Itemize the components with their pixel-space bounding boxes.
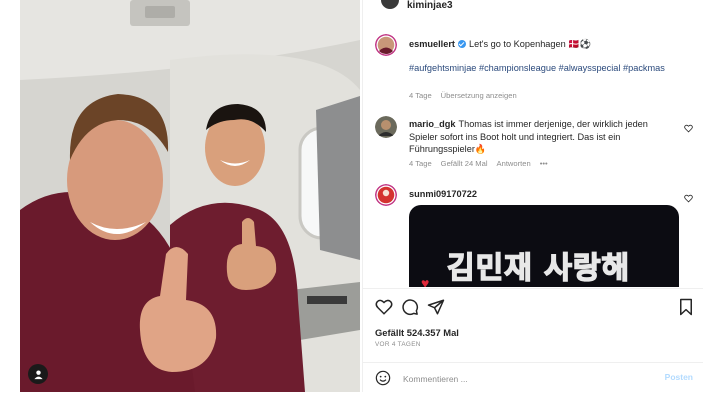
post-comment-button[interactable]: Posten [665,372,693,382]
share-icon[interactable] [427,298,445,316]
media-korean-text: 김민재 사랑해 [446,250,631,287]
emoji-icon[interactable] [375,370,391,386]
post-photo[interactable] [20,0,360,392]
comment-username[interactable]: sunmi09170722 [409,189,477,199]
heart-icon[interactable] [375,298,393,316]
divider [363,288,703,289]
comment-likes[interactable]: Gefällt 24 Mal [441,159,488,168]
caption-body: Let's go to Kopenhagen 🇩🇰⚽ [468,39,592,49]
instagram-post-view: kiminjae3 esmuellert Let's go to Kopenhag… [0,0,720,404]
comment-like-icon[interactable] [684,194,693,203]
post-photo-image [20,0,360,392]
action-bar [373,298,695,318]
scrollbar[interactable] [706,0,712,392]
comment-composer: Posten [363,362,703,392]
caption-avatar-image [375,34,397,56]
caption-age: 4 Tage [409,91,432,100]
post-header: kiminjae3 [363,0,703,14]
author-avatar[interactable] [381,0,399,9]
user-tag-glyph [33,369,43,379]
caption-hashtags[interactable]: #aufgehtsminjae #championsleague #always… [409,62,681,75]
comment-media-image[interactable]: 김민재 사랑해 ♥ [409,205,679,287]
reply-button[interactable]: Antworten [497,159,531,168]
author-username[interactable]: kiminjae3 [407,0,453,12]
comment-text: mario_dgk Thomas ist immer derjenige, der… [409,118,671,156]
comment-avatar[interactable] [375,116,397,138]
comment-icon[interactable] [401,298,419,316]
caption-meta: 4 Tage Übersetzung anzeigen [409,91,526,101]
comment-avatar-image [375,116,397,138]
comment-input[interactable] [403,372,643,386]
comment-more-icon[interactable]: ••• [540,159,548,168]
post-sidebar: kiminjae3 esmuellert Let's go to Kopenhag… [362,0,703,392]
caption-username[interactable]: esmuellert [409,39,455,49]
comment-text: sunmi09170722 [409,188,681,201]
comment-age: 4 Tage [409,159,432,168]
likes-count[interactable]: Gefällt 524.357 Mal [375,327,459,338]
comment-avatar-image [375,184,397,206]
bookmark-icon[interactable] [677,298,695,316]
caption-text: esmuellert Let's go to Kopenhagen 🇩🇰⚽ #au… [409,38,681,74]
comment-avatar[interactable] [375,184,397,206]
comment-username[interactable]: mario_dgk [409,119,455,129]
verified-badge-icon [457,40,466,48]
comment-like-icon[interactable] [684,124,693,133]
red-heart-icon: ♥ [421,275,430,287]
translate-link[interactable]: Übersetzung anzeigen [441,91,517,100]
post-date: VOR 4 TAGEN [375,341,421,348]
user-tag-icon[interactable] [28,364,48,384]
caption-avatar[interactable] [375,34,397,56]
comment-meta: 4 Tage Gefällt 24 Mal Antworten ••• [409,159,557,169]
